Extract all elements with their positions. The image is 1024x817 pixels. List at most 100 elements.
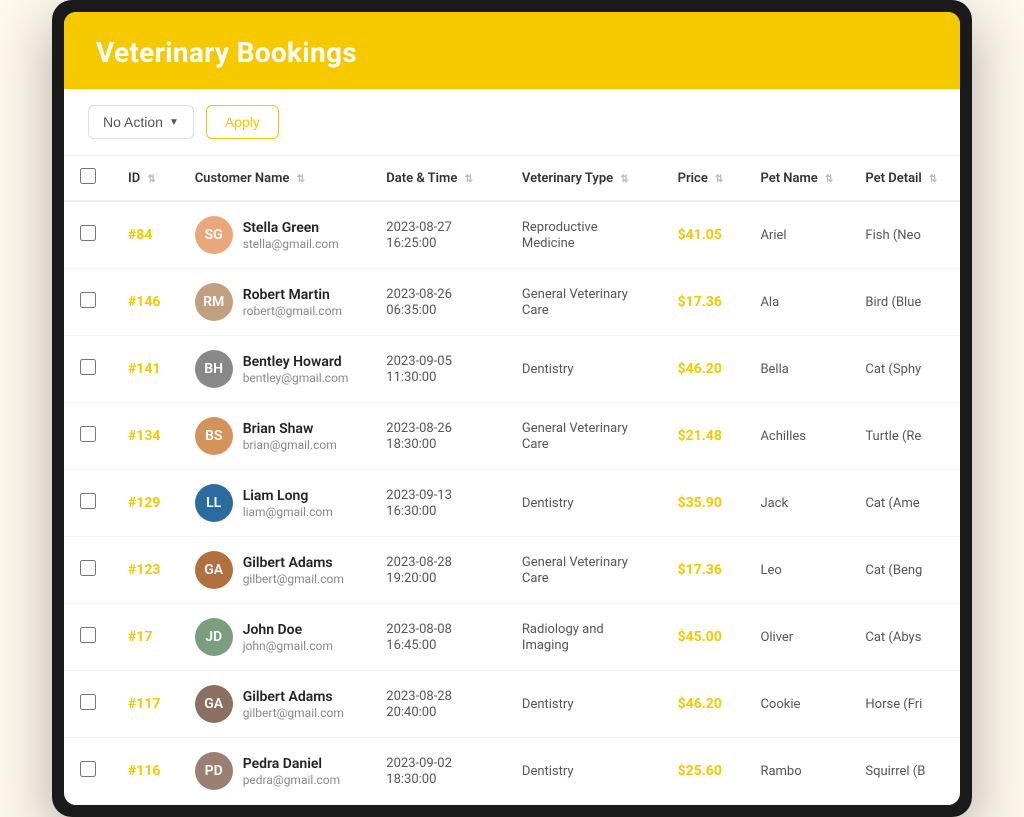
sort-icon-name: ⇅ xyxy=(297,174,305,185)
row-checkbox-cell xyxy=(64,470,112,537)
customer-info: Bentley Howard bentley@gmail.com xyxy=(243,354,349,385)
row-vet-type: Dentistry xyxy=(506,738,662,805)
no-action-label: No Action xyxy=(103,114,163,130)
row-price: $21.48 xyxy=(662,403,745,470)
customer-email: pedra@gmail.com xyxy=(243,773,340,787)
sort-icon-id: ⇅ xyxy=(147,174,155,185)
row-datetime: 2023-09-05 11:30:00 xyxy=(370,336,506,403)
sort-icon-price: ⇅ xyxy=(715,174,723,185)
row-pet-name: Achilles xyxy=(744,403,849,470)
row-pet-detail: Horse (Fri xyxy=(849,671,960,738)
col-header-vet-type[interactable]: Veterinary Type ⇅ xyxy=(506,156,662,201)
avatar: GA xyxy=(195,685,233,723)
row-pet-detail: Fish (Neo xyxy=(849,201,960,269)
apply-button[interactable]: Apply xyxy=(206,105,279,139)
row-pet-name: Oliver xyxy=(744,604,849,671)
row-checkbox-cell xyxy=(64,604,112,671)
customer-info: Stella Green stella@gmail.com xyxy=(243,220,339,251)
row-price: $17.36 xyxy=(662,269,745,336)
col-header-customer-name[interactable]: Customer Name ⇅ xyxy=(179,156,371,201)
row-vet-type: General Veterinary Care xyxy=(506,269,662,336)
avatar: BH xyxy=(195,350,233,388)
col-header-pet-detail[interactable]: Pet Detail ⇅ xyxy=(849,156,960,201)
table-row: #84 SG Stella Green stella@gmail.com 202… xyxy=(64,201,960,269)
row-checkbox[interactable] xyxy=(80,761,96,777)
row-datetime: 2023-08-26 18:30:00 xyxy=(370,403,506,470)
customer-info: Gilbert Adams gilbert@gmail.com xyxy=(243,689,344,720)
chevron-down-icon: ▼ xyxy=(169,117,179,128)
customer-name: Liam Long xyxy=(243,488,333,504)
row-pet-detail: Turtle (Re xyxy=(849,403,960,470)
row-checkbox[interactable] xyxy=(80,694,96,710)
row-checkbox-cell xyxy=(64,671,112,738)
avatar: SG xyxy=(195,216,233,254)
row-pet-detail: Cat (Ame xyxy=(849,470,960,537)
row-customer: RM Robert Martin robert@gmail.com xyxy=(179,269,371,336)
row-id: #123 xyxy=(112,537,179,604)
row-id: #116 xyxy=(112,738,179,805)
customer-info: Pedra Daniel pedra@gmail.com xyxy=(243,756,340,787)
col-header-datetime[interactable]: Date & Time ⇅ xyxy=(370,156,506,201)
row-checkbox[interactable] xyxy=(80,292,96,308)
col-header-price[interactable]: Price ⇅ xyxy=(662,156,745,201)
row-vet-type: Dentistry xyxy=(506,336,662,403)
customer-info: Brian Shaw brian@gmail.com xyxy=(243,421,337,452)
row-customer: BH Bentley Howard bentley@gmail.com xyxy=(179,336,371,403)
col-header-id[interactable]: ID ⇅ xyxy=(112,156,179,201)
row-checkbox-cell xyxy=(64,336,112,403)
customer-email: gilbert@gmail.com xyxy=(243,572,344,586)
row-customer: SG Stella Green stella@gmail.com xyxy=(179,201,371,269)
row-id: #129 xyxy=(112,470,179,537)
avatar: PD xyxy=(195,752,233,790)
row-checkbox-cell xyxy=(64,403,112,470)
row-checkbox[interactable] xyxy=(80,359,96,375)
row-vet-type: General Veterinary Care xyxy=(506,537,662,604)
customer-name: Bentley Howard xyxy=(243,354,349,370)
row-checkbox-cell xyxy=(64,201,112,269)
row-pet-name: Jack xyxy=(744,470,849,537)
row-price: $46.20 xyxy=(662,671,745,738)
row-datetime: 2023-08-26 06:35:00 xyxy=(370,269,506,336)
customer-name: John Doe xyxy=(243,622,333,638)
row-customer: GA Gilbert Adams gilbert@gmail.com xyxy=(179,537,371,604)
customer-email: stella@gmail.com xyxy=(243,237,339,251)
table-body: #84 SG Stella Green stella@gmail.com 202… xyxy=(64,201,960,805)
row-checkbox[interactable] xyxy=(80,426,96,442)
row-checkbox[interactable] xyxy=(80,627,96,643)
row-checkbox-cell xyxy=(64,738,112,805)
col-header-pet-name[interactable]: Pet Name ⇅ xyxy=(744,156,849,201)
row-pet-detail: Cat (Abys xyxy=(849,604,960,671)
row-checkbox[interactable] xyxy=(80,493,96,509)
row-customer: PD Pedra Daniel pedra@gmail.com xyxy=(179,738,371,805)
table-row: #116 PD Pedra Daniel pedra@gmail.com 202… xyxy=(64,738,960,805)
row-price: $35.90 xyxy=(662,470,745,537)
no-action-button[interactable]: No Action ▼ xyxy=(88,105,194,139)
row-customer: LL Liam Long liam@gmail.com xyxy=(179,470,371,537)
row-customer: JD John Doe john@gmail.com xyxy=(179,604,371,671)
header: Veterinary Bookings xyxy=(64,12,960,89)
row-id: #117 xyxy=(112,671,179,738)
select-all-checkbox[interactable] xyxy=(80,168,96,184)
row-price: $45.00 xyxy=(662,604,745,671)
row-pet-name: Cookie xyxy=(744,671,849,738)
customer-email: john@gmail.com xyxy=(243,639,333,653)
table-row: #17 JD John Doe john@gmail.com 2023-08-0… xyxy=(64,604,960,671)
row-price: $25.60 xyxy=(662,738,745,805)
page-title: Veterinary Bookings xyxy=(96,36,928,69)
app-window: Veterinary Bookings No Action ▼ Apply ID… xyxy=(64,12,960,805)
sort-icon-petdetail: ⇅ xyxy=(929,174,937,185)
customer-name: Gilbert Adams xyxy=(243,555,344,571)
row-pet-name: Bella xyxy=(744,336,849,403)
row-checkbox[interactable] xyxy=(80,560,96,576)
row-pet-detail: Cat (Sphy xyxy=(849,336,960,403)
row-id: #146 xyxy=(112,269,179,336)
customer-name: Gilbert Adams xyxy=(243,689,344,705)
avatar: RM xyxy=(195,283,233,321)
row-datetime: 2023-08-27 16:25:00 xyxy=(370,201,506,269)
row-datetime: 2023-09-02 18:30:00 xyxy=(370,738,506,805)
table-row: #129 LL Liam Long liam@gmail.com 2023-09… xyxy=(64,470,960,537)
row-checkbox[interactable] xyxy=(80,225,96,241)
row-pet-name: Rambo xyxy=(744,738,849,805)
sort-icon-petname: ⇅ xyxy=(825,174,833,185)
row-pet-name: Ariel xyxy=(744,201,849,269)
